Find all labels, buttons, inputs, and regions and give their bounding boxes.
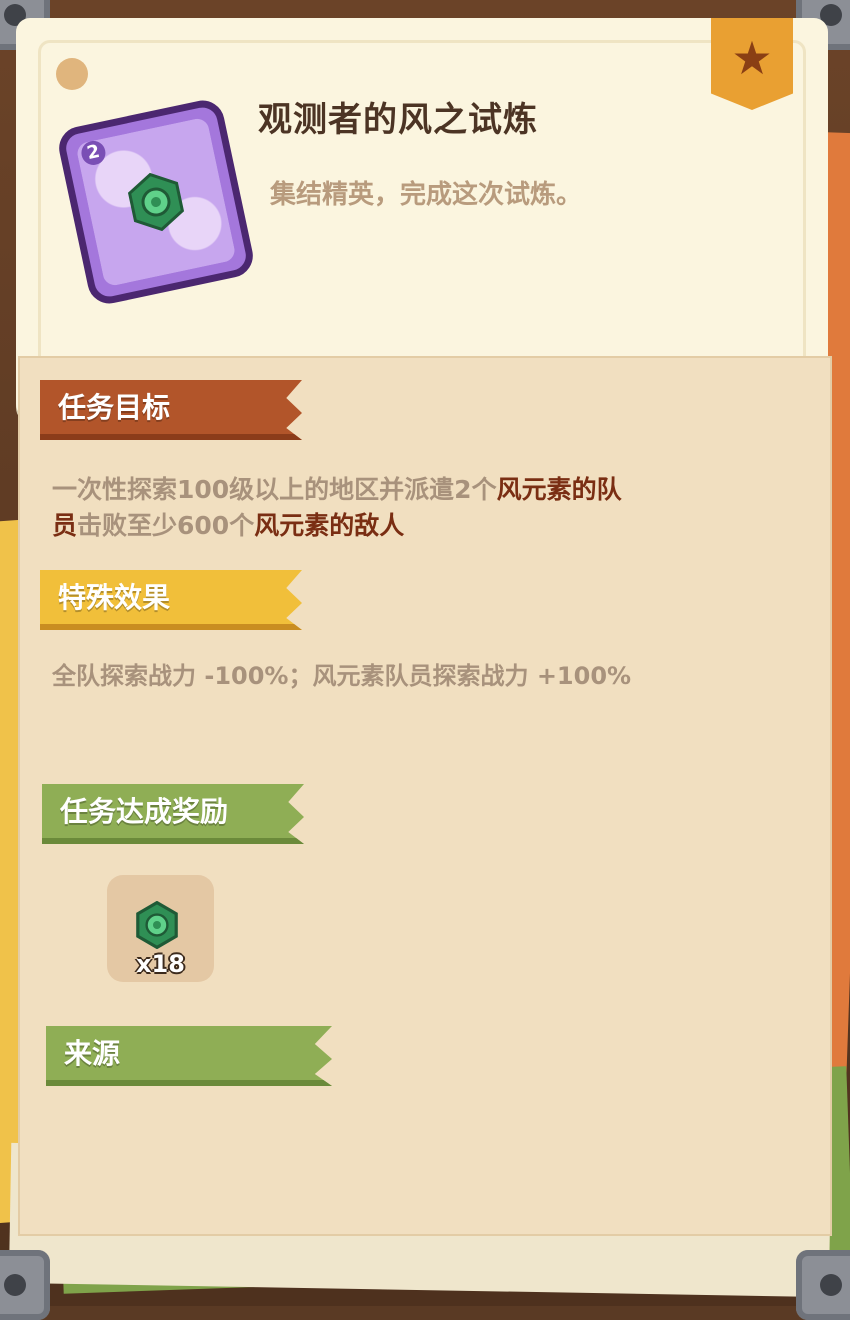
objective-highlight: 员 [52,511,78,540]
objective-text: 一次性探索100级以上的地区并派遣2个风元素的队 员击败至少600个风元素的敌人 [52,472,772,544]
special-effect-text: 全队探索战力 -100%；风元素队员探索战力 +100% [52,662,632,690]
pin-icon [56,58,88,90]
quest-subtitle: 集结精英，完成这次试炼。 [270,180,583,210]
quest-title: 观测者的风之试炼 [258,100,538,140]
corner-bolt-icon [0,1250,50,1320]
reward-count: x18 [136,950,185,978]
corner-bolt-icon [796,1250,850,1320]
reward-item[interactable]: x18 [107,875,214,982]
wind-element-gem-icon [127,172,185,232]
star-icon: ★ [731,31,773,85]
objective-header: 任务目标 [40,380,302,440]
wind-element-gem-icon [136,901,178,949]
objective-text-part: 一次性探索100级以上的地区并派遣2个 [52,475,497,504]
special-effect-header: 特殊效果 [40,570,302,630]
objective-text-part: 击败至少600个 [77,511,255,540]
favorite-star-button[interactable]: ★ [711,18,793,110]
objective-highlight: 风元素的敌人 [254,511,405,540]
card-number-badge: 2 [79,138,108,168]
objective-highlight: 风元素的队 [496,475,622,504]
reward-header: 任务达成奖励 [42,784,304,844]
source-header: 来源 [46,1026,332,1086]
